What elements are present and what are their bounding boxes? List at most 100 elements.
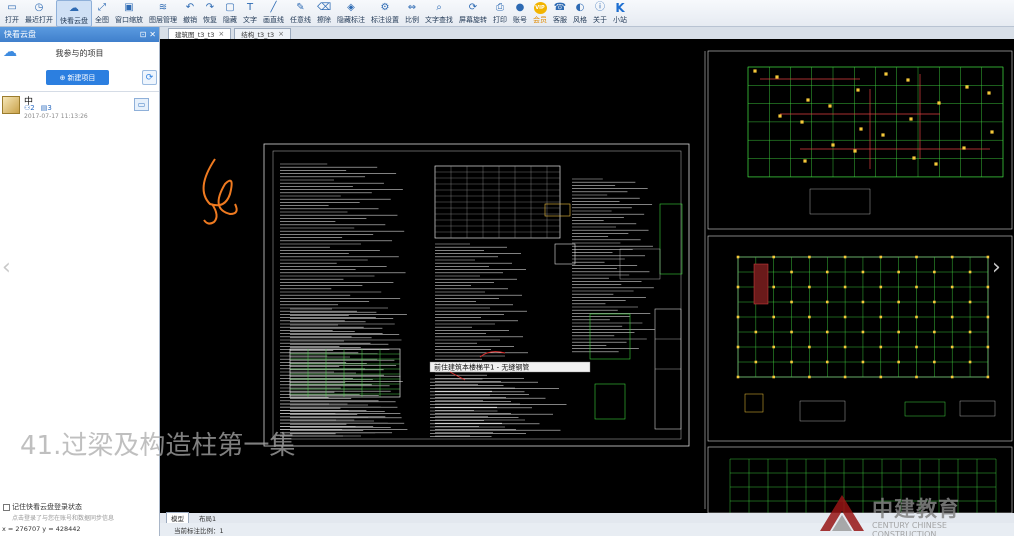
- scale-icon: ⇔: [407, 2, 417, 13]
- refresh-icon: ⟳: [145, 72, 154, 83]
- account-icon: ●: [515, 2, 525, 13]
- toolbar-label: 撤销: [183, 16, 197, 24]
- toolbar-button-pen[interactable]: ✎ 任意线: [287, 0, 314, 27]
- refresh-button[interactable]: ⟳: [142, 70, 157, 85]
- next-arrow[interactable]: ›: [992, 255, 1001, 280]
- toolbar-button-line[interactable]: ╱ 画直线: [260, 0, 287, 27]
- close-icon[interactable]: ✕: [149, 30, 156, 39]
- toolbar-button-text[interactable]: T 文字: [240, 0, 260, 27]
- toolbar-label: 恢复: [203, 16, 217, 24]
- tab-label: 结构_t3_t3: [241, 31, 275, 39]
- zoom-window-icon: ▣: [124, 2, 134, 13]
- toolbar-button-find-text[interactable]: ⌕ 文字查找: [422, 0, 456, 27]
- toolbar-label: 最近打开: [25, 16, 53, 24]
- main-toolbar: ▭ 打开 ◷ 最近打开 ☁ 快看云盘 ⤢ 全图 ▣ 窗口缩放 ≋ 图层管理 ↶ 撤销 ↷ 恢复 ▢ 隐藏 T 文字 ╱ 画…: [0, 0, 1014, 27]
- folder-icon: ▭: [137, 100, 146, 109]
- open-icon: ▭: [7, 2, 17, 13]
- project-thumbnail: [2, 96, 20, 114]
- member-count: 2: [30, 104, 35, 112]
- toolbar-button-about[interactable]: ⓘ 关于: [590, 0, 610, 27]
- find-text-icon: ⌕: [436, 2, 442, 13]
- style-icon: ◐: [575, 2, 585, 13]
- about-icon: ⓘ: [595, 2, 605, 13]
- toolbar-label: 画直线: [263, 16, 284, 24]
- toolbar-button-account[interactable]: ● 账号: [510, 0, 530, 27]
- pin-icon[interactable]: ⊡: [140, 30, 147, 39]
- hide-icon: ▢: [225, 2, 235, 13]
- toolbar-button-fit[interactable]: ⤢ 全图: [92, 0, 112, 27]
- document-tabs: 建筑图_t3_t3 × 结构_t3_t3 ×: [160, 27, 1014, 39]
- left-nav-arrow[interactable]: ‹: [2, 255, 11, 280]
- toolbar-label: 隐藏标注: [337, 16, 365, 24]
- toolbar-button-scale[interactable]: ⇔ 比例: [402, 0, 422, 27]
- toolbar-button-open[interactable]: ▭ 打开: [2, 0, 22, 27]
- close-tab-icon[interactable]: ×: [278, 30, 284, 38]
- section-title: 我参与的项目: [55, 49, 104, 58]
- open-folder-button[interactable]: ▭: [134, 98, 149, 111]
- toolbar-button-hide[interactable]: ▢ 隐藏: [220, 0, 240, 27]
- remember-login-checkbox[interactable]: 记住快看云盘登录状态: [3, 502, 82, 512]
- toolbar-label: 关于: [593, 16, 607, 24]
- toolbar-button-recent[interactable]: ◷ 最近打开: [22, 0, 56, 27]
- toolbar-button-style[interactable]: ◐ 风格: [570, 0, 590, 27]
- toolbar-label: 风格: [573, 16, 587, 24]
- toolbar-label: 隐藏: [223, 16, 237, 24]
- tab-structure[interactable]: 结构_t3_t3 ×: [234, 28, 291, 39]
- toolbar-label: 会员: [533, 16, 547, 24]
- brand-logo-icon: [820, 495, 864, 531]
- drawing-annotation: 前住建筑本楼梯平1 - 无缝钢管: [434, 363, 529, 372]
- support-icon: ☎: [553, 2, 567, 13]
- panel-header: 快看云盘 ⊡ ✕: [0, 27, 159, 42]
- fit-icon: ⤢: [98, 2, 106, 13]
- toolbar-label: 任意线: [290, 16, 311, 24]
- checkbox-box[interactable]: [3, 503, 10, 511]
- projects-section: ☁ 我参与的项目 ⊕ 新建项目 ⟳: [0, 42, 159, 92]
- toolbar-button-markup-settings[interactable]: ⚙ 标注设置: [368, 0, 402, 27]
- toolbar-label: 打印: [493, 16, 507, 24]
- toolbar-button-eraser[interactable]: ⌫ 擦除: [314, 0, 334, 27]
- video-title-overlay: 41.过梁及构造柱第一集: [20, 431, 296, 461]
- toolbar-label: 屏幕旋转: [459, 16, 487, 24]
- redo-icon: ↷: [205, 2, 215, 13]
- new-project-label: 新建项目: [67, 73, 96, 82]
- toolbar-button-cloud[interactable]: ☁ 快看云盘: [56, 0, 92, 27]
- structural-plan-top: [704, 50, 1013, 509]
- layout-tab-layout1[interactable]: 布局1: [199, 513, 216, 523]
- new-project-button[interactable]: ⊕ 新建项目: [46, 70, 109, 85]
- toolbar-label: 文字: [243, 16, 257, 24]
- cloud-icon: ☁: [69, 3, 79, 14]
- toolbar-button-hide-markup[interactable]: ◈ 隐藏标注: [334, 0, 368, 27]
- toolbar-label: 窗口缩放: [115, 16, 143, 24]
- toolbar-button-undo[interactable]: ↶ 撤销: [180, 0, 200, 27]
- eraser-icon: ⌫: [316, 2, 332, 13]
- brand-name-en: CENTURY CHINESE CONSTRUCTION: [872, 521, 947, 536]
- toolbar-button-brand[interactable]: K 小站: [610, 0, 630, 27]
- hide-markup-icon: ◈: [347, 2, 355, 13]
- scale-status: 当前标注比例：1: [174, 526, 224, 535]
- toolbar-label: 全图: [95, 16, 109, 24]
- layers-icon: ≋: [158, 2, 168, 13]
- file-count: 3: [47, 104, 52, 112]
- toolbar-button-print[interactable]: ⎙ 打印: [490, 0, 510, 27]
- pen-icon: ✎: [296, 2, 305, 13]
- toolbar-button-zoom-window[interactable]: ▣ 窗口缩放: [112, 0, 146, 27]
- toolbar-button-vip[interactable]: VIP 会员: [530, 0, 550, 27]
- toolbar-button-redo[interactable]: ↷ 恢复: [200, 0, 220, 27]
- freehand-markup: [202, 158, 238, 216]
- project-date: 2017-07-17 11:13:26: [24, 113, 88, 120]
- toolbar-button-rotate[interactable]: ⟳ 屏幕旋转: [456, 0, 490, 27]
- undo-icon: ↶: [185, 2, 195, 13]
- toolbar-label: 打开: [5, 16, 19, 24]
- tab-architecture[interactable]: 建筑图_t3_t3 ×: [168, 28, 232, 39]
- toolbar-label: 小站: [613, 16, 627, 24]
- text-icon: T: [246, 2, 254, 13]
- brand-icon: K: [615, 1, 625, 15]
- toolbar-button-support[interactable]: ☎ 客服: [550, 0, 570, 27]
- close-tab-icon[interactable]: ×: [218, 30, 224, 38]
- project-item[interactable]: 中 ⚇2 ▤3 2017-07-17 11:13:26 ▭: [0, 92, 159, 124]
- toolbar-label: 文字查找: [425, 16, 453, 24]
- toolbar-label: 账号: [513, 16, 527, 24]
- toolbar-button-layers[interactable]: ≋ 图层管理: [146, 0, 180, 27]
- remember-login-label: 记住快看云盘登录状态: [12, 503, 82, 511]
- tab-label: 建筑图_t3_t3: [175, 31, 215, 39]
